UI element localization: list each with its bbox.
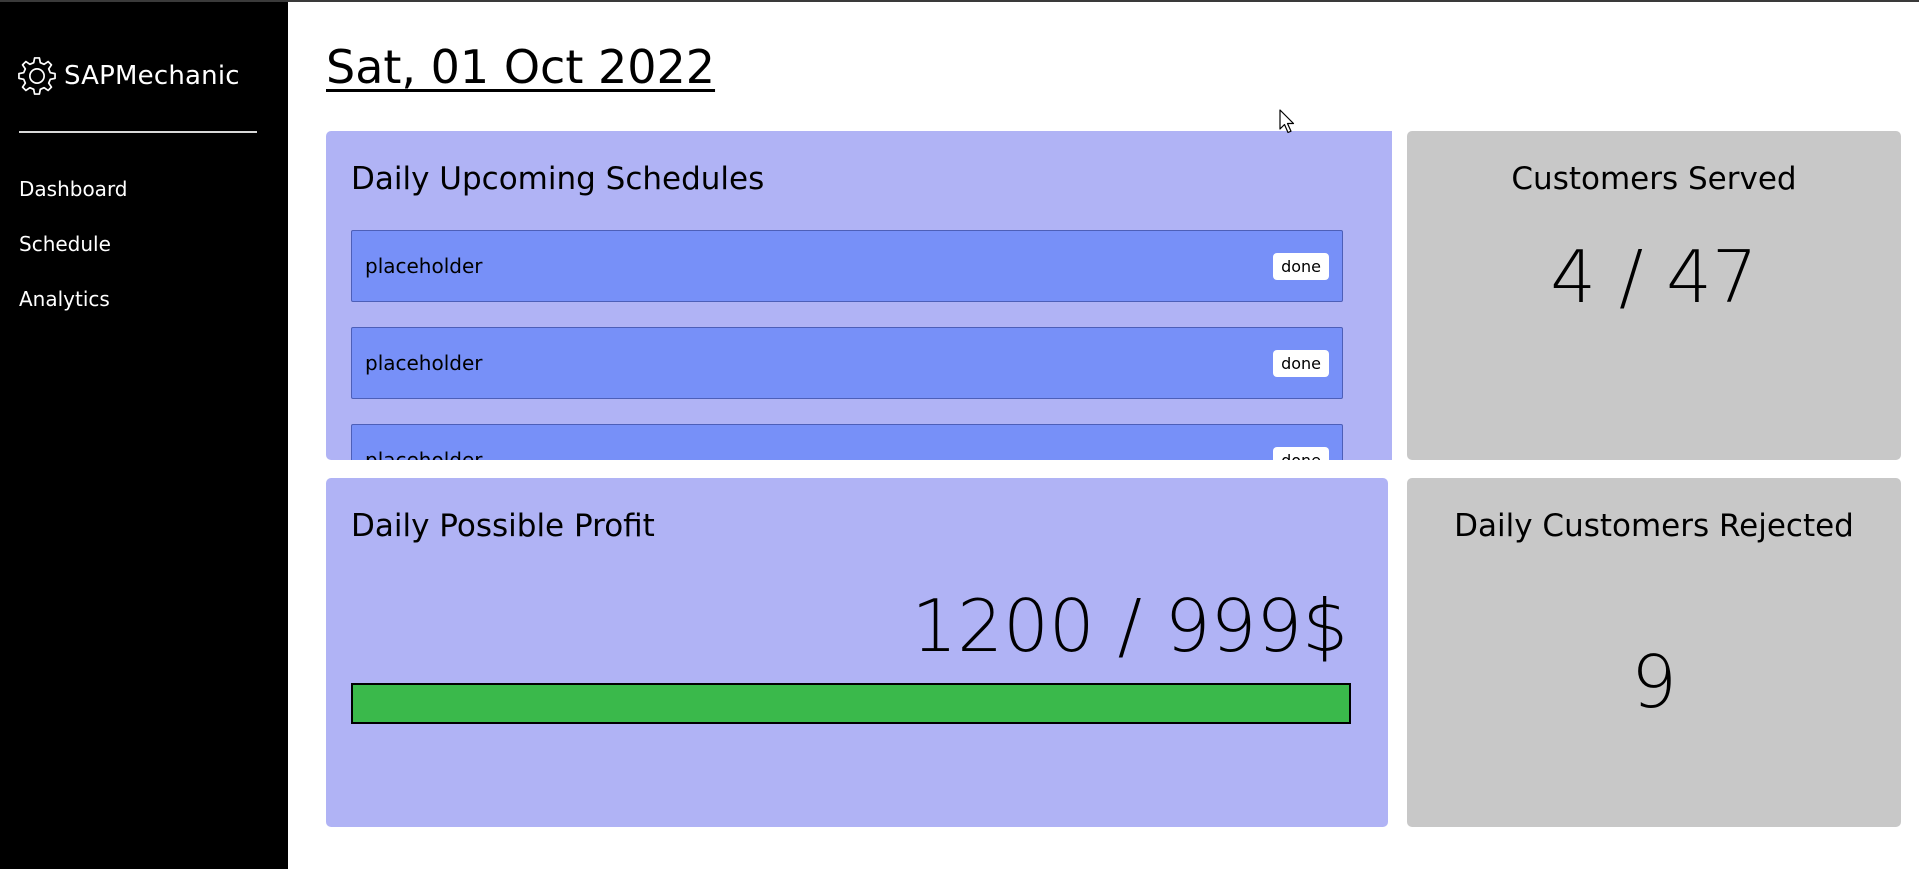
sidebar: SAPMechanic Dashboard Schedule Analytics xyxy=(0,2,288,869)
main-content: Sat, 01 Oct 2022 Daily Upcoming Schedule… xyxy=(288,2,1919,869)
profit-value: 1200 / 999$ xyxy=(911,584,1349,668)
sidebar-item-schedule[interactable]: Schedule xyxy=(19,230,128,285)
customers-rejected-title: Daily Customers Rejected xyxy=(1454,508,1854,544)
sidebar-item-dashboard[interactable]: Dashboard xyxy=(19,175,128,230)
customers-rejected-value: 9 xyxy=(1631,640,1677,724)
brand-name: SAPMechanic xyxy=(64,61,240,91)
sidebar-divider xyxy=(19,131,257,133)
schedules-card: Daily Upcoming Schedules placeholder don… xyxy=(326,131,1392,460)
customers-served-value: 4 / 47 xyxy=(1550,235,1758,319)
customers-served-title: Customers Served xyxy=(1511,161,1797,197)
done-button[interactable]: done xyxy=(1273,253,1329,280)
schedule-item: placeholder done xyxy=(351,327,1343,399)
customers-rejected-card: Daily Customers Rejected 9 xyxy=(1407,478,1901,827)
schedules-title: Daily Upcoming Schedules xyxy=(351,161,765,197)
schedule-item: placeholder done xyxy=(351,230,1343,302)
sidebar-nav: Dashboard Schedule Analytics xyxy=(19,175,128,340)
schedule-item: placeholder done xyxy=(351,424,1343,460)
sidebar-item-analytics[interactable]: Analytics xyxy=(19,285,128,340)
page-title: Sat, 01 Oct 2022 xyxy=(326,40,716,94)
profit-title: Daily Possible Profit xyxy=(351,508,655,544)
schedule-item-label: placeholder xyxy=(365,351,483,375)
done-button[interactable]: done xyxy=(1273,447,1329,460)
profit-progress-bar xyxy=(351,683,1351,724)
gear-icon xyxy=(18,57,56,95)
schedule-list: placeholder done placeholder done placeh… xyxy=(351,230,1343,460)
profit-progress-fill xyxy=(353,685,1349,722)
schedule-item-label: placeholder xyxy=(365,254,483,278)
brand[interactable]: SAPMechanic xyxy=(18,57,240,95)
customers-served-card: Customers Served 4 / 47 xyxy=(1407,131,1901,460)
schedule-item-label: placeholder xyxy=(365,448,483,460)
done-button[interactable]: done xyxy=(1273,350,1329,377)
profit-card: Daily Possible Profit 1200 / 999$ xyxy=(326,478,1388,827)
mouse-cursor-icon xyxy=(1279,109,1295,134)
